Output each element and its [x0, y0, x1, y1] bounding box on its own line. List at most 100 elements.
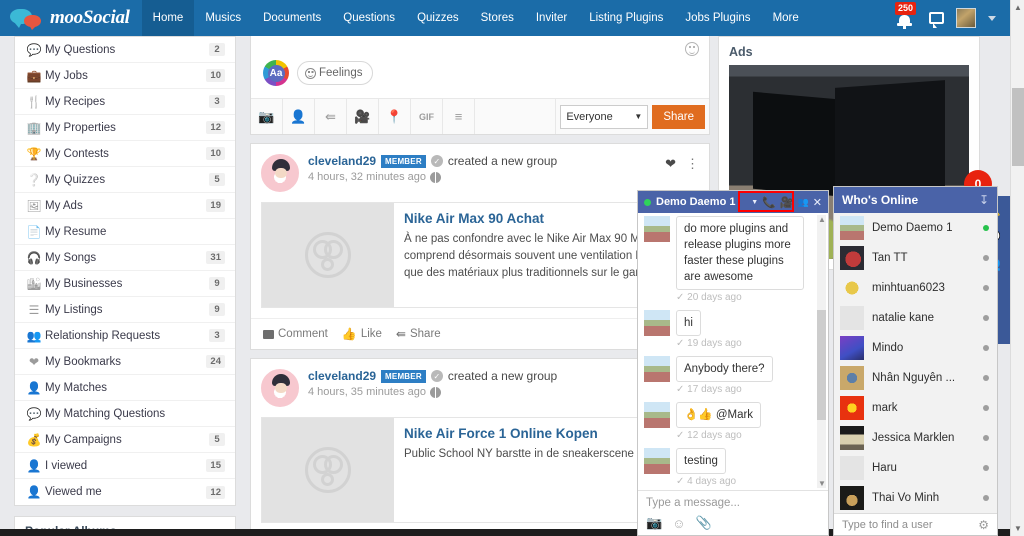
gif-icon[interactable]: GIF — [411, 99, 443, 134]
sidebar-item-my-resume[interactable]: 📄 My Resume — [15, 219, 235, 245]
attachment-icon[interactable]: 📎 — [695, 515, 711, 531]
list-item[interactable]: Jessica Marklen — [834, 423, 997, 453]
list-item[interactable]: mark — [834, 393, 997, 423]
nav-item-questions[interactable]: Questions — [332, 0, 406, 36]
smiley-icon[interactable]: ☺ — [672, 516, 685, 531]
like-button[interactable]: 👍 Like — [342, 327, 382, 341]
feelings-button[interactable]: Feelings — [297, 61, 374, 85]
link-preview[interactable]: Nike Air Max 90 Achat À ne pas confondre… — [261, 202, 699, 308]
chat-message-text: testing — [676, 448, 726, 474]
list-item[interactable]: Mindo — [834, 333, 997, 363]
more-options-icon[interactable]: ⋮ — [686, 157, 699, 170]
sidebar-item-my-matches[interactable]: 👤 My Matches — [15, 375, 235, 401]
minimize-icon[interactable]: ↧ — [979, 193, 989, 207]
sidebar-item-my-campaigns[interactable]: 💰 My Campaigns 5 — [15, 427, 235, 453]
share-button[interactable]: ⇚ Share — [396, 327, 441, 341]
avatar — [840, 396, 864, 420]
close-icon[interactable]: ✕ — [813, 196, 822, 209]
nav-item-listing-plugins[interactable]: Listing Plugins — [578, 0, 674, 36]
nav-item-more[interactable]: More — [762, 0, 810, 36]
list-item[interactable]: natalie kane — [834, 303, 997, 333]
sidebar-item-count: 31 — [206, 251, 225, 264]
avatar[interactable] — [956, 8, 976, 28]
share-button[interactable]: Share — [652, 104, 705, 129]
chat-window: Demo Daemo 1 ▼ 📞 🎥 👥 ✕ do more plugins a… — [637, 190, 829, 536]
sidebar-item-my-listings[interactable]: ☰ My Listings 9 — [15, 297, 235, 323]
list-item[interactable]: Thai Vo Minh — [834, 483, 997, 513]
scroll-up-icon[interactable]: ▲ — [1014, 3, 1022, 12]
chat-message-text: hi — [676, 310, 701, 336]
messages-icon[interactable] — [929, 12, 944, 28]
chat-message-input[interactable]: Type a message... — [646, 497, 820, 509]
comment-button[interactable]: Comment — [263, 328, 328, 340]
scroll-down-icon[interactable]: ▼ — [1014, 524, 1022, 533]
gear-icon[interactable]: ⚙ — [978, 518, 989, 532]
nav-item-quizzes[interactable]: Quizzes — [406, 0, 470, 36]
scroll-up-icon[interactable]: ▲ — [818, 215, 826, 224]
scrollbar-thumb[interactable] — [1012, 88, 1024, 166]
sidebar-item-my-ads[interactable]: 🖼 My Ads 19 — [15, 193, 235, 219]
sidebar-item-my-businesses[interactable]: 🏙 My Businesses 9 — [15, 271, 235, 297]
sidebar-item-my-matching-questions[interactable]: 💬 My Matching Questions — [15, 401, 235, 427]
notifications-button[interactable]: 250 — [895, 2, 917, 33]
nav-item-musics[interactable]: Musics — [194, 0, 252, 36]
list-item[interactable]: Demo Daemo 1 — [834, 213, 997, 243]
sidebar-item-my-properties[interactable]: 🏢 My Properties 12 — [15, 115, 235, 141]
composer-text-area[interactable]: Aa Feelings — [251, 36, 709, 98]
sidebar-item-my-jobs[interactable]: 💼 My Jobs 10 — [15, 63, 235, 89]
avatar — [840, 276, 864, 300]
page-scrollbar[interactable]: ▲ ▼ — [1010, 0, 1024, 536]
nav-item-jobs-plugins[interactable]: Jobs Plugins — [674, 0, 761, 36]
location-icon[interactable]: 📍 — [379, 99, 411, 134]
tag-friend-icon[interactable]: 👤 — [283, 99, 315, 134]
video-icon[interactable]: 🎥 — [347, 99, 379, 134]
privacy-select[interactable]: Everyone ▼ — [560, 104, 649, 129]
list-item[interactable]: Haru — [834, 453, 997, 483]
sidebar-item-i-viewed[interactable]: 👤 I viewed 15 — [15, 453, 235, 479]
user-name: Haru — [872, 462, 897, 474]
sidebar-item-my-bookmarks[interactable]: ❤ My Bookmarks 24 — [15, 349, 235, 375]
brand-logo-link[interactable]: mooSocial — [0, 0, 142, 36]
sidebar-item-count: 15 — [206, 459, 225, 472]
chat-message-list[interactable]: do more plugins and release plugins more… — [638, 213, 828, 490]
list-item[interactable]: Tan TT — [834, 243, 997, 273]
nav-item-documents[interactable]: Documents — [252, 0, 332, 36]
list-item[interactable]: minhtuan6023 — [834, 273, 997, 303]
sidebar-item-my-quizzes[interactable]: ❔ My Quizzes 5 — [15, 167, 235, 193]
nav-item-inviter[interactable]: Inviter — [525, 0, 578, 36]
smiley-icon[interactable] — [685, 42, 699, 56]
chevron-down-icon[interactable] — [988, 15, 996, 21]
chevron-down-icon[interactable]: ▼ — [751, 199, 758, 206]
sidebar-item-my-contests[interactable]: 🏆 My Contests 10 — [15, 141, 235, 167]
avatar[interactable] — [261, 154, 299, 192]
post-action-text: created a new group — [447, 154, 558, 168]
scroll-down-icon[interactable]: ▼ — [818, 479, 826, 488]
avatar — [840, 456, 864, 480]
video-icon[interactable]: 🎥 — [780, 196, 794, 209]
list-icon[interactable]: ≡ — [443, 99, 475, 134]
camera-icon[interactable]: 📷 — [251, 99, 283, 134]
sidebar-item-my-recipes[interactable]: 🍴 My Recipes 3 — [15, 89, 235, 115]
nav-item-stores[interactable]: Stores — [470, 0, 525, 36]
search-input[interactable]: Type to find a user — [842, 519, 972, 531]
add-people-icon[interactable]: 👥 — [798, 197, 809, 208]
share-icon[interactable]: ⇚ — [315, 99, 347, 134]
whos-online-header[interactable]: Who's Online ↧ — [834, 187, 997, 213]
chat-window-header[interactable]: Demo Daemo 1 ▼ 📞 🎥 👥 ✕ — [638, 191, 828, 213]
scrollbar-thumb[interactable] — [817, 310, 826, 420]
camera-icon[interactable]: 📷 — [646, 515, 662, 531]
sidebar-item-viewed-me[interactable]: 👤 Viewed me 12 — [15, 479, 235, 505]
sidebar-item-my-questions[interactable]: 💬 My Questions 2 — [15, 37, 235, 63]
background-color-icon[interactable]: Aa — [263, 60, 289, 86]
link-preview[interactable]: Nike Air Force 1 Online Kopen Public Sch… — [261, 417, 699, 523]
sidebar-item-my-songs[interactable]: 🎧 My Songs 31 — [15, 245, 235, 271]
list-item[interactable]: Nhân Nguyễn ... — [834, 363, 997, 393]
nav-item-home[interactable]: Home — [141, 0, 195, 36]
phone-icon[interactable]: 📞 — [762, 196, 776, 209]
post-author-name[interactable]: cleveland29 — [308, 154, 376, 168]
post-author-name[interactable]: cleveland29 — [308, 369, 376, 383]
avatar[interactable] — [261, 369, 299, 407]
sidebar-item-relationship-requests[interactable]: 👥 Relationship Requests 3 — [15, 323, 235, 349]
chat-scrollbar[interactable]: ▲ ▼ — [817, 215, 826, 488]
heart-icon[interactable]: ❤ — [665, 156, 676, 172]
